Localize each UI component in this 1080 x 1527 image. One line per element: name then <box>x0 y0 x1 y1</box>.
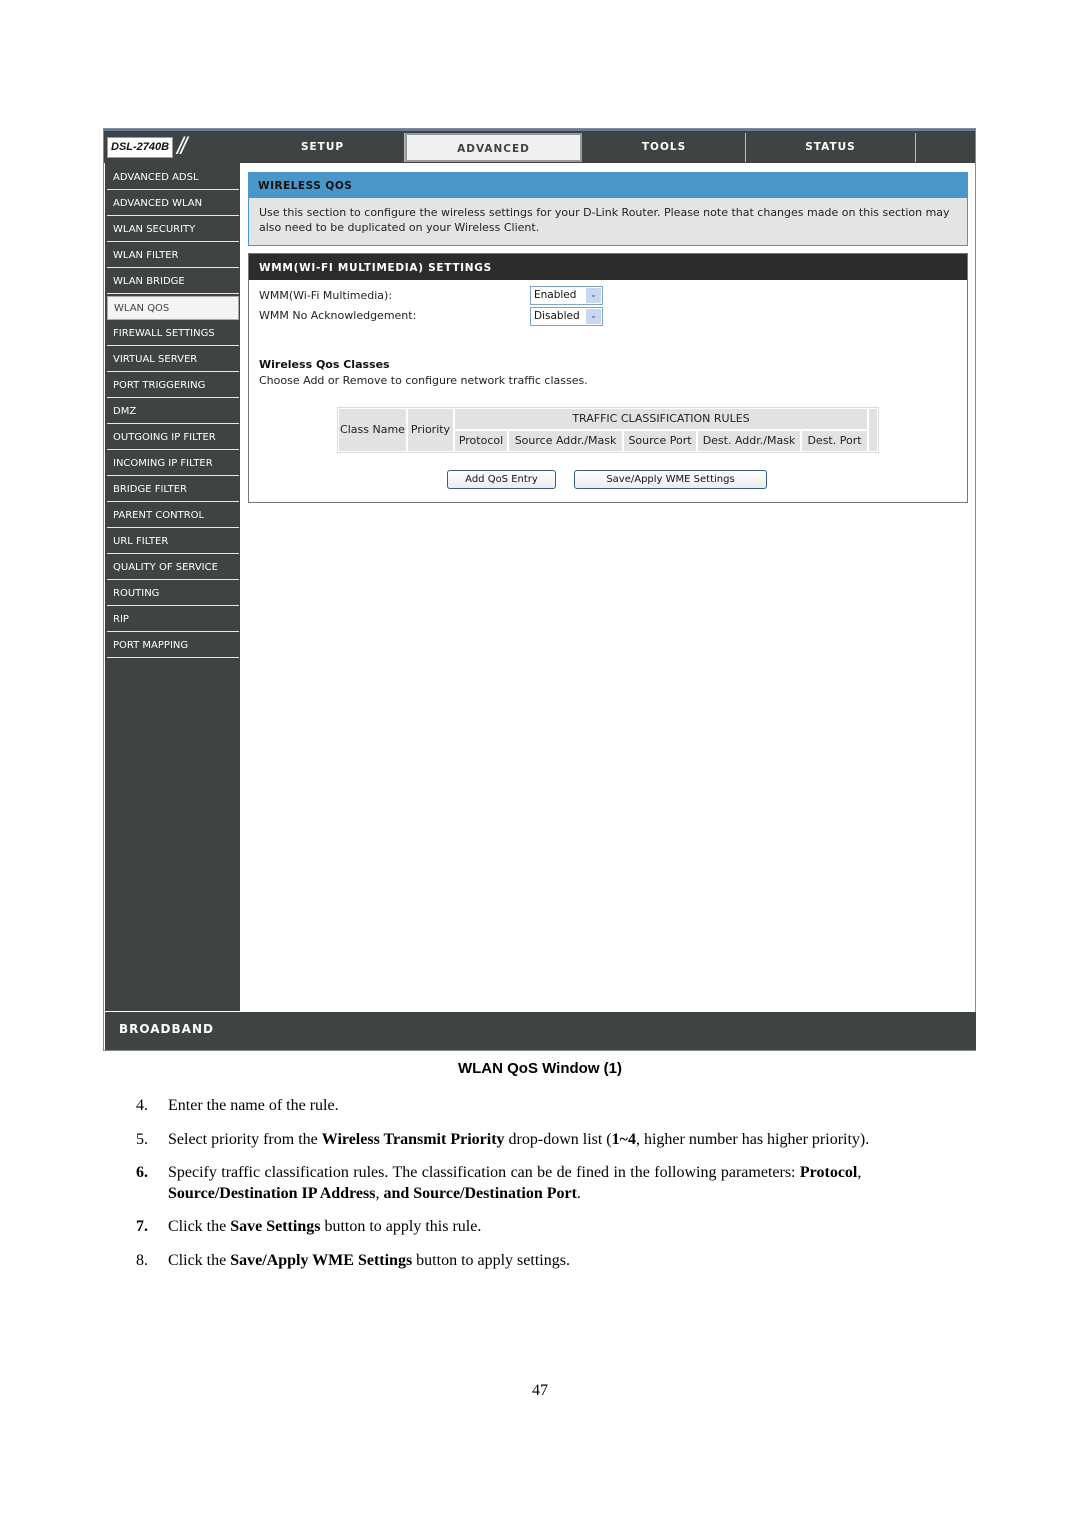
sidebar-item-port-mapping[interactable]: PORT MAPPING <box>107 634 239 658</box>
tab-advanced[interactable]: ADVANCED <box>405 133 582 162</box>
figure-caption: WLAN QoS Window (1) <box>457 1060 622 1077</box>
step-text: Click the Save/Apply WME Settings button… <box>168 1252 570 1270</box>
sidebar-item-url-filter[interactable]: URL FILTER <box>107 530 239 554</box>
wmm-settings-title: WMM(WI-FI MULTIMEDIA) SETTINGS <box>249 254 967 280</box>
step-text: Enter the name of the rule. <box>168 1097 339 1114</box>
tab-tools[interactable]: TOOLS <box>583 133 746 162</box>
step-text: Select priority from the Wireless Transm… <box>168 1131 869 1149</box>
chevron-down-icon[interactable]: ⌄ <box>586 288 601 303</box>
qos-classes-description: Choose Add or Remove to configure networ… <box>259 374 588 387</box>
text-run: . <box>576 1185 581 1202</box>
router-screenshot: DSL-2740B // SETUP ADVANCED TOOLS STATUS… <box>103 128 976 1051</box>
wmm-settings-panel: WMM(WI-FI MULTIMEDIA) SETTINGS WMM(Wi-Fi… <box>248 253 968 503</box>
step-number: 5. <box>136 1131 148 1148</box>
sidebar-item-advanced-wlan[interactable]: ADVANCED WLAN <box>107 192 239 216</box>
bold-term: Wireless Transmit Priority <box>321 1131 505 1148</box>
sidebar-item-quality-of-service[interactable]: QUALITY OF SERVICE <box>107 556 239 580</box>
sidebar-item-wlan-bridge[interactable]: WLAN BRIDGE <box>107 270 239 294</box>
wmm-select-value: Enabled <box>534 289 577 301</box>
add-qos-entry-button[interactable]: Add QoS Entry <box>447 470 556 489</box>
col-header-remove <box>869 409 877 451</box>
sidebar-item-advanced-adsl[interactable]: ADVANCED ADSL <box>107 166 239 190</box>
text-run: button to apply settings. <box>412 1252 570 1269</box>
traffic-rules-table: Class Name Priority TRAFFIC CLASSIFICATI… <box>337 407 879 453</box>
text-run: Specify traffic classification rules. Th… <box>168 1164 800 1181</box>
sidebar-item-rip[interactable]: RIP <box>107 608 239 632</box>
col-header-dest-addr: Dest. Addr./Mask <box>698 431 800 451</box>
sidebar-item-firewall-settings[interactable]: FIREWALL SETTINGS <box>107 322 239 346</box>
col-header-traffic-rules: TRAFFIC CLASSIFICATION RULES <box>455 409 867 429</box>
page-number: 47 <box>532 1382 548 1399</box>
footer-brand: BROADBAND <box>119 1022 214 1036</box>
wmm-no-ack-select[interactable]: Disabled ⌄ <box>530 307 603 326</box>
wireless-qos-title: WIRELESS QOS <box>248 172 968 198</box>
col-header-priority: Priority <box>408 409 453 451</box>
text-run: drop-down list ( <box>504 1131 612 1148</box>
sidebar-item-wlan-security[interactable]: WLAN SECURITY <box>107 218 239 242</box>
wmm-label: WMM(Wi-Fi Multimedia): <box>259 289 393 302</box>
bold-term: and Source/Destination Port <box>383 1185 577 1202</box>
wmm-no-ack-label: WMM No Acknowledgement: <box>259 309 417 322</box>
bold-term: Save/Apply WME Settings <box>230 1252 413 1269</box>
text-run: , <box>857 1164 862 1181</box>
text-run: Click the <box>168 1218 231 1235</box>
step-text: Specify traffic classification rules. Th… <box>168 1164 861 1182</box>
wmm-select[interactable]: Enabled ⌄ <box>530 286 603 305</box>
sidebar-item-port-triggering[interactable]: PORT TRIGGERING <box>107 374 239 398</box>
bold-term: Source/Destination IP Address <box>168 1185 376 1202</box>
step-number: 6. <box>136 1164 148 1181</box>
sidebar-item-wlan-qos[interactable]: WLAN QOS <box>107 296 239 320</box>
text-run: , higher number has higher priority). <box>635 1131 870 1148</box>
sidebar-item-virtual-server[interactable]: VIRTUAL SERVER <box>107 348 239 372</box>
logo: DSL-2740B // <box>105 133 240 162</box>
text-run: Select priority from the <box>168 1131 322 1148</box>
sidebar-item-wlan-filter[interactable]: WLAN FILTER <box>107 244 239 268</box>
logo-slash-icon: // <box>177 133 187 160</box>
model-name: DSL-2740B <box>107 137 173 158</box>
step-number: 4. <box>136 1097 148 1114</box>
chevron-down-icon[interactable]: ⌄ <box>586 309 601 324</box>
col-header-protocol: Protocol <box>455 431 507 451</box>
text-run: button to apply this rule. <box>320 1218 482 1235</box>
sidebar-item-bridge-filter[interactable]: BRIDGE FILTER <box>107 478 239 502</box>
wmm-no-ack-select-value: Disabled <box>534 310 580 322</box>
sidebar-item-dmz[interactable]: DMZ <box>107 400 239 424</box>
bold-term: Protocol <box>799 1164 858 1181</box>
bold-term: Save Settings <box>230 1218 321 1235</box>
tab-spacer <box>916 133 975 162</box>
sidebar-item-parent-control[interactable]: PARENT CONTROL <box>107 504 239 528</box>
col-header-source-addr: Source Addr./Mask <box>509 431 622 451</box>
sidebar-item-routing[interactable]: ROUTING <box>107 582 239 606</box>
tab-status[interactable]: STATUS <box>746 133 916 162</box>
step-number: 7. <box>136 1218 148 1235</box>
step-text: Click the Save Settings button to apply … <box>168 1218 481 1236</box>
wireless-qos-description: Use this section to configure the wirele… <box>248 198 968 246</box>
top-nav-bar: DSL-2740B // SETUP ADVANCED TOOLS STATUS <box>104 129 975 163</box>
col-header-class-name: Class Name <box>339 409 406 451</box>
text-run: Click the <box>168 1252 231 1269</box>
bold-term: 1~4 <box>611 1131 636 1148</box>
sidebar-item-outgoing-ip-filter[interactable]: OUTGOING IP FILTER <box>107 426 239 450</box>
sidebar-item-incoming-ip-filter[interactable]: INCOMING IP FILTER <box>107 452 239 476</box>
qos-classes-title: Wireless Qos Classes <box>259 358 390 371</box>
col-header-dest-port: Dest. Port <box>802 431 867 451</box>
footer-bar: BROADBAND <box>105 1012 976 1050</box>
col-header-source-port: Source Port <box>624 431 696 451</box>
step-number: 8. <box>136 1252 148 1269</box>
step-text-line2: Source/Destination IP Address, and Sourc… <box>168 1185 581 1203</box>
sidebar: ADVANCED ADSL ADVANCED WLAN WLAN SECURIT… <box>105 163 240 1011</box>
save-apply-wme-button[interactable]: Save/Apply WME Settings <box>574 470 767 489</box>
tab-setup[interactable]: SETUP <box>241 133 405 162</box>
